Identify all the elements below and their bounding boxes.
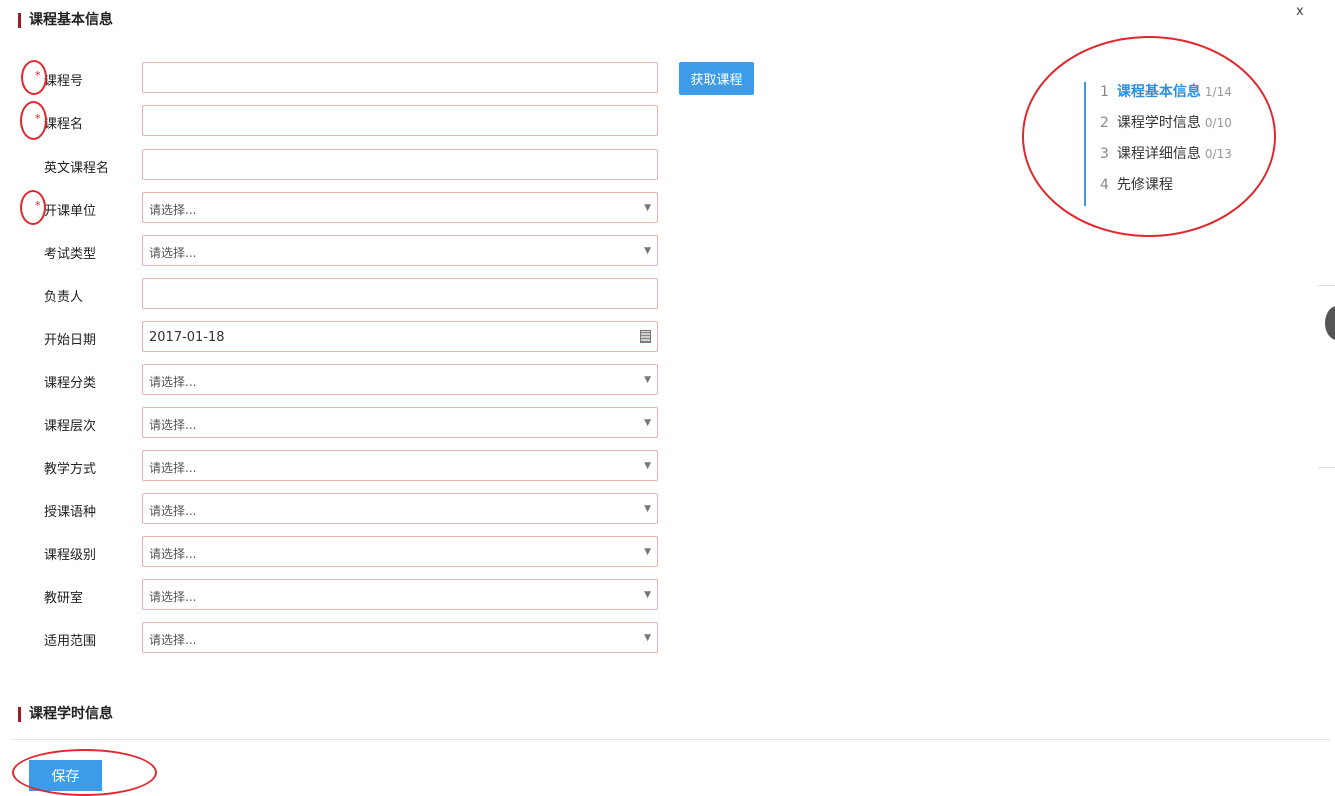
select-value: 请选择... — [149, 246, 197, 260]
field-label: 开始日期 — [44, 333, 97, 348]
chevron-down-icon[interactable]: ▼ — [644, 590, 651, 600]
nav-item[interactable]: 3 课程详细信息 0/13 — [1100, 144, 1232, 175]
form-row: 教研室 请选择... ▼ — [0, 579, 780, 612]
select-field[interactable]: 请选择... ▼ — [142, 493, 658, 524]
text-input[interactable] — [142, 278, 658, 309]
nav-item-label: 先修课程 — [1116, 177, 1173, 193]
form-row: * 课程名 — [0, 105, 780, 138]
divider — [12, 739, 1330, 740]
nav-item-number: 1 — [1100, 84, 1109, 100]
select-value: 请选择... — [149, 418, 197, 432]
required-star-icon: * — [35, 69, 41, 82]
text-input[interactable] — [142, 62, 658, 93]
required-star-icon: * — [35, 112, 41, 125]
field-label: 负责人 — [44, 290, 84, 305]
get-course-number-button[interactable]: 获取课程号 — [679, 62, 754, 120]
form-row: 教学方式 请选择... ▼ — [0, 450, 780, 483]
field-label: 开课单位 — [44, 204, 97, 219]
chevron-down-icon[interactable]: ▼ — [644, 461, 651, 471]
form-row: 负责人 — [0, 278, 780, 311]
field-label: 课程分类 — [44, 376, 97, 391]
chevron-down-icon[interactable]: ▼ — [644, 375, 651, 385]
select-field[interactable]: 请选择... ▼ — [142, 192, 658, 223]
select-value: 请选择... — [149, 203, 197, 217]
nav-item-number: 2 — [1100, 115, 1109, 131]
select-field[interactable]: 请选择... ▼ — [142, 579, 658, 610]
date-field[interactable]: 2017-01-18 — [142, 321, 658, 352]
select-value: 请选择... — [149, 633, 197, 647]
nav-item-label: 课程基本信息 — [1116, 84, 1201, 100]
select-field[interactable]: 请选择... ▼ — [142, 407, 658, 438]
field-label: 课程级别 — [44, 548, 97, 563]
calendar-icon[interactable] — [640, 330, 651, 343]
form-row: 课程级别 请选择... ▼ — [0, 536, 780, 569]
required-star-icon: * — [35, 199, 41, 212]
nav-item-number: 4 — [1100, 177, 1109, 193]
select-value: 请选择... — [149, 461, 197, 475]
nav-item-count: 0/10 — [1204, 116, 1232, 130]
select-value: 请选择... — [149, 547, 197, 561]
form-row: 开始日期 2017-01-18 — [0, 321, 780, 354]
nav-item[interactable]: 1 课程基本信息 1/14 — [1100, 82, 1232, 113]
text-input[interactable] — [142, 149, 658, 180]
chevron-down-icon[interactable]: ▼ — [644, 418, 651, 428]
select-value: 请选择... — [149, 504, 197, 518]
field-label: 适用范围 — [44, 634, 97, 649]
select-field[interactable]: 请选择... ▼ — [142, 450, 658, 481]
nav-item-count: 0/13 — [1204, 147, 1232, 161]
nav-item-count: 1/14 — [1204, 85, 1232, 99]
field-label: 课程层次 — [44, 419, 97, 434]
date-value: 2017-01-18 — [149, 330, 225, 345]
close-icon[interactable]: x — [1296, 4, 1304, 19]
select-field[interactable]: 请选择... ▼ — [142, 235, 658, 266]
nav-item-label: 课程学时信息 — [1116, 115, 1201, 131]
field-label: 教研室 — [44, 591, 84, 606]
field-label: 课程名 — [44, 117, 84, 132]
save-button[interactable]: 保存 — [29, 760, 102, 791]
form-row: * 课程号 — [0, 62, 780, 95]
form-row: * 开课单位 请选择... ▼ — [0, 192, 780, 225]
form-row: 课程层次 请选择... ▼ — [0, 407, 780, 440]
chevron-down-icon[interactable]: ▼ — [644, 203, 651, 213]
section-title-hours-info: 课程学时信息 — [18, 707, 113, 722]
field-label: 授课语种 — [44, 505, 97, 520]
section-nav: 1 课程基本信息 1/14 2 课程学时信息 0/10 3 课程详细信息 0/13 4 先修课程 — [1084, 82, 1232, 206]
form-row: 课程分类 请选择... ▼ — [0, 364, 780, 397]
field-label: 英文课程名 — [44, 161, 110, 176]
form-row: 考试类型 请选择... ▼ — [0, 235, 780, 268]
field-label: 考试类型 — [44, 247, 97, 262]
field-label: 教学方式 — [44, 462, 97, 477]
chevron-down-icon[interactable]: ▼ — [644, 547, 651, 557]
form-row: 授课语种 请选择... ▼ — [0, 493, 780, 526]
chevron-down-icon[interactable]: ▼ — [644, 246, 651, 256]
nav-item-number: 3 — [1100, 146, 1109, 162]
select-field[interactable]: 请选择... ▼ — [142, 622, 658, 653]
select-field[interactable]: 请选择... ▼ — [142, 536, 658, 567]
text-input[interactable] — [142, 105, 658, 136]
select-value: 请选择... — [149, 590, 197, 604]
form-row: 英文课程名 — [0, 149, 780, 182]
nav-item-label: 课程详细信息 — [1116, 146, 1201, 162]
select-field[interactable]: 请选择... ▼ — [142, 364, 658, 395]
select-value: 请选择... — [149, 375, 197, 389]
chevron-down-icon[interactable]: ▼ — [644, 504, 651, 514]
chevron-down-icon[interactable]: ▼ — [644, 633, 651, 643]
nav-item[interactable]: 2 课程学时信息 0/10 — [1100, 113, 1232, 144]
form-row: 适用范围 请选择... ▼ — [0, 622, 780, 655]
field-label: 课程号 — [44, 74, 84, 89]
section-title-basic-info: 课程基本信息 — [18, 13, 113, 28]
nav-item[interactable]: 4 先修课程 — [1100, 175, 1232, 206]
